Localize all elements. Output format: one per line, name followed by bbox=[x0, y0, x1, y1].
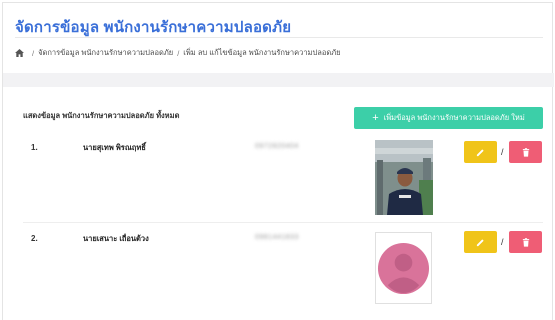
row-divider bbox=[23, 222, 543, 223]
home-icon[interactable] bbox=[15, 49, 24, 57]
breadcrumb: / จัดการข้อมูล พนักงานรักษาความปลอดภัย /… bbox=[15, 47, 341, 59]
breadcrumb-item-manage[interactable]: จัดการข้อมูล พนักงานรักษาความปลอดภัย bbox=[38, 47, 173, 59]
staff-photo bbox=[375, 140, 433, 215]
pencil-icon bbox=[476, 148, 484, 156]
default-avatar bbox=[375, 232, 432, 304]
add-staff-button-label: เพิ่มข้อมูล พนักงานรักษาความปลอดภัย ใหม่ bbox=[383, 113, 525, 122]
staff-phone: 0972820404 bbox=[255, 143, 299, 150]
staff-name: นายเสนาะ เถื่อนต้วง bbox=[83, 234, 149, 243]
action-separator: / bbox=[501, 147, 504, 157]
breadcrumb-item-current: เพิ่ม ลบ แก้ไขข้อมูล พนักงานรักษาความปลอ… bbox=[183, 48, 341, 57]
add-staff-button[interactable]: + เพิ่มข้อมูล พนักงานรักษาความปลอดภัย ให… bbox=[354, 107, 543, 129]
action-separator: / bbox=[501, 237, 504, 247]
title-divider bbox=[15, 37, 543, 38]
delete-button[interactable] bbox=[509, 141, 542, 163]
content-panel: จัดการข้อมูล พนักงานรักษาความปลอดภัย / จ… bbox=[2, 2, 554, 320]
edit-button[interactable] bbox=[464, 231, 497, 253]
user-avatar-icon bbox=[377, 242, 430, 294]
section-label: แสดงข้อมูล พนักงานรักษาความปลอดภัย ทั้งห… bbox=[23, 111, 180, 120]
plus-icon: + bbox=[372, 111, 379, 124]
row-number: 1. bbox=[31, 143, 38, 152]
breadcrumb-separator: / bbox=[32, 48, 35, 58]
section-spacer bbox=[3, 73, 554, 87]
breadcrumb-separator: / bbox=[177, 48, 180, 58]
staff-name: นายสุเทพ พิรณฤทธิ์ bbox=[83, 143, 146, 152]
delete-button[interactable] bbox=[509, 231, 542, 253]
trash-icon bbox=[522, 237, 529, 247]
pencil-icon bbox=[476, 238, 484, 246]
trash-icon bbox=[522, 147, 529, 157]
page-title: จัดการข้อมูล พนักงานรักษาความปลอดภัย bbox=[15, 19, 292, 36]
edit-button[interactable] bbox=[464, 141, 497, 163]
row-number: 2. bbox=[31, 234, 38, 243]
staff-phone: 0981441833 bbox=[255, 234, 299, 241]
